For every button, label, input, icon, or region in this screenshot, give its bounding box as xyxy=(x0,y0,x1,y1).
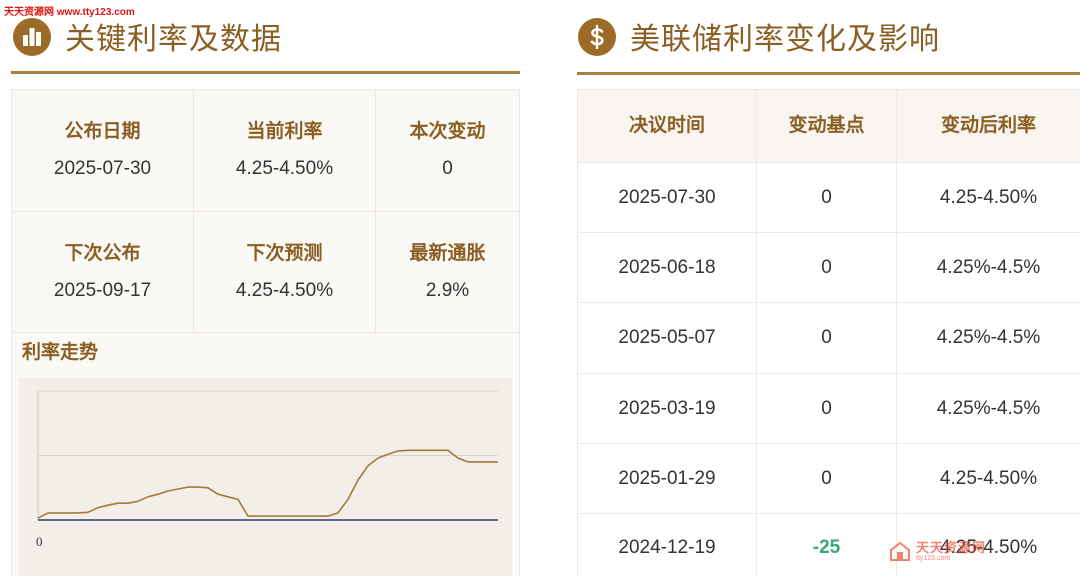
cell-date: 2025-05-07 xyxy=(578,303,757,374)
stat-next-forecast: 下次预测 4.25-4.50% xyxy=(194,212,376,333)
rate-change-table: 决议时间 变动基点 变动后利率 2025-07-30 0 4.25-4.50% … xyxy=(577,89,1080,576)
stat-next-publish: 下次公布 2025-09-17 xyxy=(12,212,194,333)
cell-bp-negative: -25 xyxy=(757,514,897,576)
stat-publish-date: 公布日期 2025-07-30 xyxy=(12,90,194,212)
column-header-date: 决议时间 xyxy=(578,90,757,163)
cell-rate: 4.25%-4.5% xyxy=(897,233,1080,303)
table-row: 2025-01-29 0 4.25-4.50% xyxy=(578,444,1080,514)
table-row: 2025-07-30 0 4.25-4.50% xyxy=(578,163,1080,233)
stat-label: 下次公布 xyxy=(64,242,141,264)
cell-bp: 0 xyxy=(757,444,897,514)
watermark-text: 天天资源网 www.tty123.com xyxy=(4,7,135,18)
cell-bp: 0 xyxy=(757,303,897,374)
table-row: 2024-12-19 -25 4.25-4.50% xyxy=(578,514,1080,576)
trend-title: 利率走势 xyxy=(22,342,99,363)
cell-date: 2025-07-30 xyxy=(578,163,757,233)
key-data-panel: 关键利率及数据 公布日期 2025-07-30 当前利率 4.25-4.50% … xyxy=(0,0,540,576)
table-header-row: 决议时间 变动基点 变动后利率 xyxy=(578,90,1080,163)
stat-current-change: 本次变动 0 xyxy=(376,90,519,212)
watermark-logo: 天天资源网 tty123.com xyxy=(889,539,986,563)
cell-rate: 4.25%-4.5% xyxy=(897,303,1080,374)
table-row: 2025-06-18 0 4.25%-4.5% xyxy=(578,233,1080,303)
watermark-logo-icon xyxy=(890,541,910,561)
cell-date: 2024-12-19 xyxy=(578,514,757,576)
stat-current-rate: 当前利率 4.25-4.50% xyxy=(194,90,376,212)
stat-value: 2025-09-17 xyxy=(53,279,152,301)
rate-series-line xyxy=(37,449,498,519)
tick-label: 0 xyxy=(36,534,43,549)
cell-bp: 0 xyxy=(757,233,897,303)
stat-value: 2025-07-30 xyxy=(53,158,152,179)
cell-rate: 4.25%-4.5% xyxy=(897,374,1080,444)
stat-value: 4.25-4.50% xyxy=(235,158,334,179)
bar-chart-icon xyxy=(13,18,51,56)
column-header-rate: 变动后利率 xyxy=(897,90,1080,163)
title-divider xyxy=(577,72,1080,75)
watermark-url: tty123.com xyxy=(916,554,951,562)
dollar-icon xyxy=(578,18,616,56)
table-row: 2025-03-19 0 4.25%-4.5% xyxy=(578,374,1080,444)
stat-latest-inflation: 最新通胀 2.9% xyxy=(376,212,519,333)
cell-bp: 0 xyxy=(757,163,897,233)
cell-date: 2025-06-18 xyxy=(578,233,757,303)
stat-value: 0 xyxy=(442,158,453,179)
stat-label: 本次变动 xyxy=(409,121,486,142)
cell-date: 2025-03-19 xyxy=(578,374,757,444)
cell-rate: 4.25-4.50% xyxy=(897,163,1080,233)
column-header-bp: 变动基点 xyxy=(757,90,897,163)
stat-label: 当前利率 xyxy=(246,121,323,142)
fed-rate-panel: 美联储利率变化及影响 决议时间 变动基点 变动后利率 2025-07-30 0 … xyxy=(560,0,1080,576)
section-title: 关键利率及数据 xyxy=(65,23,282,56)
stat-label: 下次预测 xyxy=(246,242,323,264)
rate-trend-chart: 0 xyxy=(36,390,498,549)
stat-label: 公布日期 xyxy=(64,121,141,142)
stat-grid: 公布日期 2025-07-30 当前利率 4.25-4.50% 本次变动 0 下… xyxy=(12,90,519,333)
stat-value: 2.9% xyxy=(425,279,470,301)
cell-date: 2025-01-29 xyxy=(578,444,757,514)
stat-value: 4.25-4.50% xyxy=(235,279,334,301)
table-row: 2025-05-07 0 4.25%-4.5% xyxy=(578,303,1080,374)
section-title: 美联储利率变化及影响 xyxy=(630,23,940,56)
cell-bp: 0 xyxy=(757,374,897,444)
watermark-name: 天天资源网 xyxy=(916,539,987,555)
cell-rate: 4.25-4.50% xyxy=(897,444,1080,514)
title-divider xyxy=(11,71,520,74)
key-data-card: 公布日期 2025-07-30 当前利率 4.25-4.50% 本次变动 0 下… xyxy=(11,89,520,576)
trend-chart-area: 0 xyxy=(19,378,512,576)
stat-label: 最新通胀 xyxy=(409,242,486,264)
